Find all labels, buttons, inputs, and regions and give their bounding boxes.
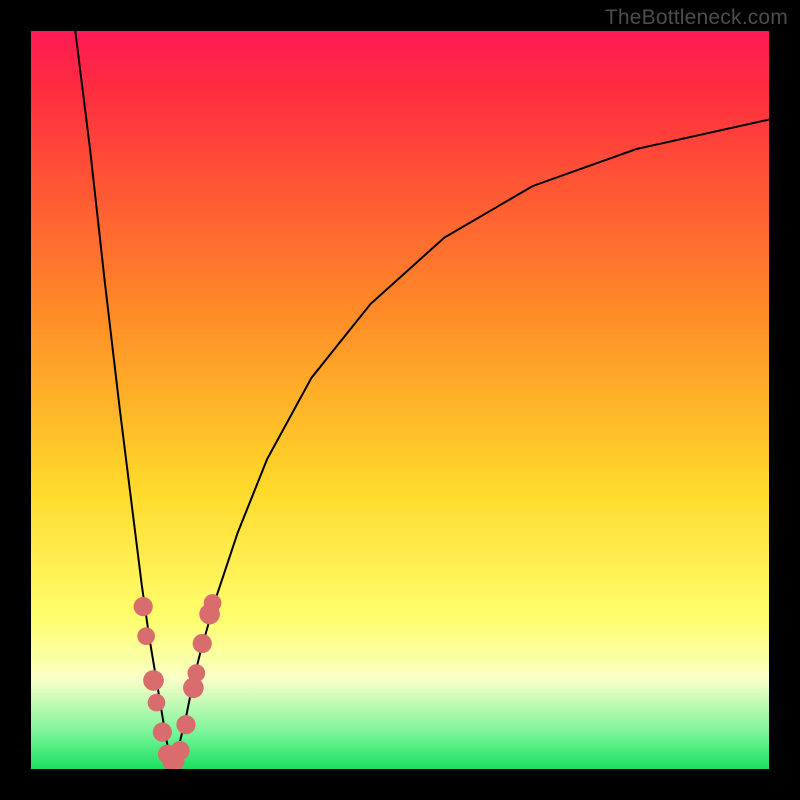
data-point — [143, 670, 164, 691]
data-point — [153, 723, 172, 742]
data-point — [176, 715, 195, 734]
curve-left-branch — [75, 31, 173, 769]
curves-layer — [31, 31, 769, 769]
data-point — [193, 634, 212, 653]
plot-area — [31, 31, 769, 769]
data-point — [134, 597, 153, 616]
chart-frame: TheBottleneck.com — [0, 0, 800, 800]
data-point — [187, 664, 205, 682]
data-point — [137, 627, 155, 645]
data-point — [170, 741, 189, 760]
data-point — [148, 694, 166, 712]
data-point — [204, 594, 222, 612]
curve-right-branch — [173, 120, 769, 769]
watermark-text: TheBottleneck.com — [605, 6, 788, 30]
